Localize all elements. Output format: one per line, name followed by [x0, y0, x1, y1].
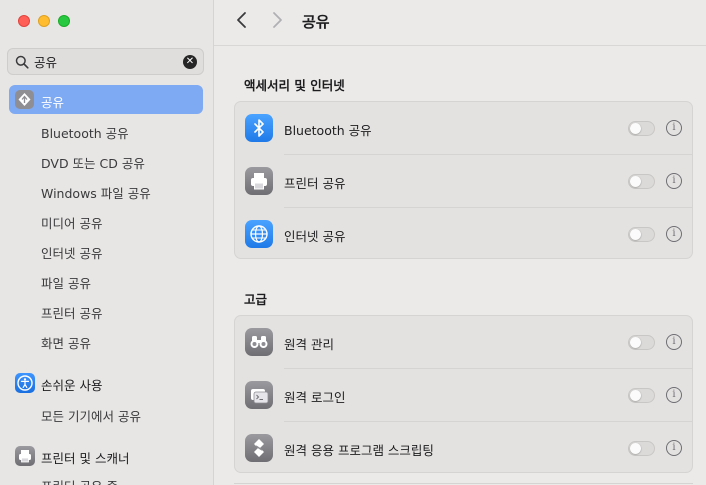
close-window-button[interactable] — [18, 15, 30, 27]
sidebar-subitem-bluetooth-sharing[interactable]: Bluetooth 공유 — [41, 123, 129, 142]
setting-label: 원격 로그인 — [284, 390, 346, 405]
internet-sharing-toggle[interactable] — [628, 227, 655, 242]
page-title: 공유 — [302, 13, 330, 31]
section-title-accessories-internet: 액세서리 및 인터넷 — [244, 78, 345, 93]
settings-group-advanced: 원격 관리 i 원격 로그인 i 원격 응용 프로그램 스크립팅 i — [234, 315, 693, 473]
accessibility-icon — [15, 373, 35, 393]
setting-row-internet-sharing: 인터넷 공유 i — [235, 208, 692, 261]
forward-button[interactable] — [269, 10, 285, 30]
info-icon[interactable]: i — [666, 387, 682, 403]
search-input[interactable] — [34, 52, 179, 71]
printer-icon — [15, 446, 35, 466]
sidebar-item-label: 손쉬운 사용 — [41, 378, 103, 393]
binoculars-icon — [245, 328, 273, 356]
sidebar-item-label: 프린터 및 스캐너 — [41, 451, 130, 466]
setting-label: 원격 관리 — [284, 337, 334, 352]
section-title-advanced: 고급 — [244, 292, 268, 307]
info-icon[interactable]: i — [666, 120, 682, 136]
sidebar-subitem-file-sharing[interactable]: 파일 공유 — [41, 273, 91, 292]
sidebar-subitem-screen-sharing[interactable]: 화면 공유 — [41, 333, 91, 352]
search-icon — [15, 55, 29, 69]
setting-label: Bluetooth 공유 — [284, 123, 372, 138]
sidebar-subitem-printer-sharing-on[interactable]: 프린터 공유 중 — [41, 476, 118, 485]
sidebar-subitem-dvd-sharing[interactable]: DVD 또는 CD 공유 — [41, 153, 145, 172]
zoom-window-button[interactable] — [58, 15, 70, 27]
info-icon[interactable]: i — [666, 440, 682, 456]
sidebar-item-sharing[interactable]: 공유 — [9, 85, 203, 114]
terminal-icon — [245, 381, 273, 409]
sidebar-subitem-share-across-devices[interactable]: 모든 기기에서 공유 — [41, 406, 141, 425]
info-icon[interactable]: i — [666, 334, 682, 350]
sidebar: ✕ 공유 Bluetooth 공유 DVD 또는 CD 공유 Windows 파… — [0, 0, 214, 485]
sidebar-subitem-windows-file-sharing[interactable]: Windows 파일 공유 — [41, 183, 151, 202]
window-controls — [18, 15, 70, 27]
settings-group-accessories-internet: Bluetooth 공유 i 프린터 공유 i 인터넷 공유 i — [234, 101, 693, 259]
sharing-icon — [15, 90, 34, 109]
sidebar-item-label: 공유 — [41, 95, 65, 110]
remote-login-toggle[interactable] — [628, 388, 655, 403]
remote-scripting-toggle[interactable] — [628, 441, 655, 456]
printer-icon — [245, 167, 273, 195]
bluetooth-sharing-toggle[interactable] — [628, 121, 655, 136]
sidebar-subitem-media-sharing[interactable]: 미디어 공유 — [41, 213, 102, 232]
setting-row-remote-apple-events: 원격 응용 프로그램 스크립팅 i — [235, 422, 692, 475]
setting-label: 프린터 공유 — [284, 176, 346, 191]
setting-row-remote-login: 원격 로그인 i — [235, 369, 692, 422]
search-field[interactable]: ✕ — [7, 48, 204, 75]
globe-icon — [245, 220, 273, 248]
script-icon — [245, 434, 273, 462]
setting-label: 원격 응용 프로그램 스크립팅 — [284, 443, 434, 458]
minimize-window-button[interactable] — [38, 15, 50, 27]
info-icon[interactable]: i — [666, 226, 682, 242]
clear-search-icon[interactable]: ✕ — [183, 55, 197, 69]
toolbar: 공유 — [214, 0, 706, 46]
remote-management-toggle[interactable] — [628, 335, 655, 350]
printer-sharing-toggle[interactable] — [628, 174, 655, 189]
info-icon[interactable]: i — [666, 173, 682, 189]
sidebar-subitem-internet-sharing[interactable]: 인터넷 공유 — [41, 243, 102, 262]
back-button[interactable] — [234, 10, 250, 30]
setting-label: 인터넷 공유 — [284, 229, 346, 244]
setting-row-bluetooth-sharing: Bluetooth 공유 i — [235, 102, 692, 155]
setting-row-remote-management: 원격 관리 i — [235, 316, 692, 369]
main-content: 공유 액세서리 및 인터넷 Bluetooth 공유 i 프린터 공유 i 인터… — [214, 0, 706, 485]
bluetooth-icon — [245, 114, 273, 142]
setting-row-printer-sharing: 프린터 공유 i — [235, 155, 692, 208]
sidebar-subitem-printer-sharing[interactable]: 프린터 공유 — [41, 303, 102, 322]
